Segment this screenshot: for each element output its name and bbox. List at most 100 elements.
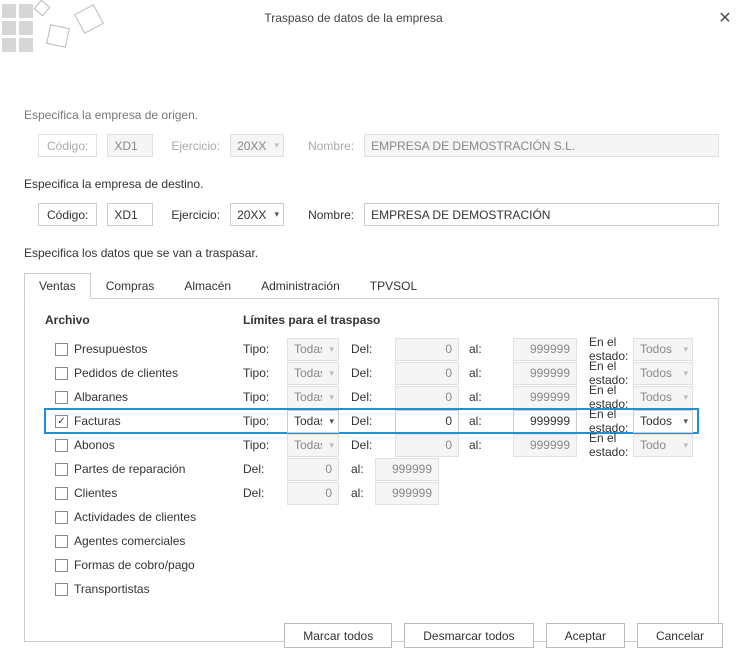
mark-all-button[interactable]: Marcar todos bbox=[284, 623, 392, 648]
del-input[interactable] bbox=[395, 410, 459, 433]
al-input bbox=[513, 362, 577, 385]
origin-ejercicio-select bbox=[230, 134, 284, 157]
origin-codigo-input bbox=[107, 134, 153, 157]
dest-codigo-label[interactable]: Código: bbox=[38, 203, 97, 226]
estado-label: En el estado: bbox=[589, 431, 633, 459]
item-row: ✓ Facturas Tipo: ▾ Del: al: En el estado… bbox=[45, 409, 698, 433]
del-label: Del: bbox=[351, 366, 395, 380]
item-checkbox[interactable]: ✓ bbox=[55, 415, 68, 428]
origin-row: Código: Ejercicio: ▾ Nombre: bbox=[24, 134, 719, 157]
tipo-select bbox=[287, 434, 339, 457]
estado-select bbox=[633, 386, 693, 409]
tab-ventas[interactable]: Ventas bbox=[24, 273, 91, 299]
item-checkbox[interactable] bbox=[55, 367, 68, 380]
al-input[interactable] bbox=[513, 410, 577, 433]
tab-tpvsol[interactable]: TPVSOL bbox=[355, 273, 432, 299]
estado-select bbox=[633, 362, 693, 385]
del-input bbox=[395, 338, 459, 361]
al-input bbox=[375, 482, 439, 505]
dest-ejercicio-label: Ejercicio: bbox=[171, 208, 220, 222]
al-input bbox=[375, 458, 439, 481]
al-label: al: bbox=[469, 390, 513, 404]
del-input bbox=[287, 458, 339, 481]
accept-button[interactable]: Aceptar bbox=[546, 623, 625, 648]
header-archive: Archivo bbox=[45, 313, 243, 327]
tab-administracion[interactable]: Administración bbox=[246, 273, 355, 299]
origin-nombre-label: Nombre: bbox=[308, 139, 354, 153]
estado-select bbox=[633, 338, 693, 361]
al-label: al: bbox=[469, 342, 513, 356]
item-label: Formas de cobro/pago bbox=[74, 558, 195, 572]
item-label: Actividades de clientes bbox=[74, 510, 196, 524]
item-checkbox[interactable] bbox=[55, 535, 68, 548]
item-checkbox[interactable] bbox=[55, 511, 68, 524]
item-row: Partes de reparación Del: al: bbox=[45, 457, 698, 481]
item-checkbox[interactable] bbox=[55, 487, 68, 500]
item-row: Pedidos de clientes Tipo: ▾ Del: al: En … bbox=[45, 361, 698, 385]
tipo-label: Tipo: bbox=[243, 342, 287, 356]
item-label: Albaranes bbox=[74, 390, 128, 404]
tipo-select bbox=[287, 338, 339, 361]
dest-ejercicio-select[interactable] bbox=[230, 203, 284, 226]
tipo-select bbox=[287, 362, 339, 385]
tab-almacen[interactable]: Almacén bbox=[169, 273, 246, 299]
al-label: al: bbox=[469, 414, 513, 428]
origin-codigo-label: Código: bbox=[38, 134, 97, 157]
item-checkbox[interactable] bbox=[55, 583, 68, 596]
item-label: Pedidos de clientes bbox=[74, 366, 178, 380]
al-label: al: bbox=[469, 366, 513, 380]
dest-nombre-label: Nombre: bbox=[308, 208, 354, 222]
del-label: Del: bbox=[351, 342, 395, 356]
data-section-label: Especifica los datos que se van a traspa… bbox=[24, 246, 719, 260]
tipo-select[interactable] bbox=[287, 410, 339, 433]
al-label: al: bbox=[469, 438, 513, 452]
tipo-label: Tipo: bbox=[243, 438, 287, 452]
item-checkbox[interactable] bbox=[55, 343, 68, 356]
del-input bbox=[395, 434, 459, 457]
del-label: Del: bbox=[351, 438, 395, 452]
item-label: Clientes bbox=[74, 486, 117, 500]
al-label: al: bbox=[351, 462, 375, 476]
del-label: Del: bbox=[243, 462, 287, 476]
close-button[interactable]: ✕ bbox=[707, 0, 743, 36]
titlebar: Traspaso de datos de la empresa ✕ bbox=[0, 0, 743, 36]
al-input bbox=[513, 386, 577, 409]
item-label: Transportistas bbox=[74, 582, 150, 596]
item-checkbox[interactable] bbox=[55, 439, 68, 452]
item-label: Partes de reparación bbox=[74, 462, 185, 476]
del-input bbox=[395, 362, 459, 385]
tabs: Ventas Compras Almacén Administración TP… bbox=[24, 272, 719, 299]
origin-ejercicio-label: Ejercicio: bbox=[171, 139, 220, 153]
del-label: Del: bbox=[351, 414, 395, 428]
item-label: Presupuestos bbox=[74, 342, 147, 356]
unmark-all-button[interactable]: Desmarcar todos bbox=[404, 623, 533, 648]
al-label: al: bbox=[351, 486, 375, 500]
item-checkbox[interactable] bbox=[55, 559, 68, 572]
app-logo bbox=[0, 0, 110, 60]
cancel-button[interactable]: Cancelar bbox=[637, 623, 723, 648]
origin-nombre-input bbox=[364, 134, 719, 157]
del-label: Del: bbox=[243, 486, 287, 500]
del-input bbox=[287, 482, 339, 505]
del-input bbox=[395, 386, 459, 409]
estado-select[interactable] bbox=[633, 410, 693, 433]
tipo-label: Tipo: bbox=[243, 366, 287, 380]
al-input bbox=[513, 338, 577, 361]
item-checkbox[interactable] bbox=[55, 463, 68, 476]
dest-codigo-input[interactable] bbox=[107, 203, 153, 226]
item-label: Abonos bbox=[74, 438, 115, 452]
tab-content: Archivo Límites para el traspaso Presupu… bbox=[24, 299, 719, 642]
header-limits: Límites para el traspaso bbox=[243, 313, 698, 327]
del-label: Del: bbox=[351, 390, 395, 404]
tipo-label: Tipo: bbox=[243, 414, 287, 428]
dest-section-label: Especifica la empresa de destino. bbox=[24, 177, 719, 191]
item-row: Agentes comerciales bbox=[45, 529, 698, 553]
item-row: Formas de cobro/pago bbox=[45, 553, 698, 577]
item-row: Clientes Del: al: bbox=[45, 481, 698, 505]
item-checkbox[interactable] bbox=[55, 391, 68, 404]
origin-section-label: Especifica la empresa de origen. bbox=[24, 108, 719, 122]
item-row: Presupuestos Tipo: ▾ Del: al: En el esta… bbox=[45, 337, 698, 361]
dest-nombre-input[interactable] bbox=[364, 203, 719, 226]
item-label: Agentes comerciales bbox=[74, 534, 185, 548]
tab-compras[interactable]: Compras bbox=[91, 273, 170, 299]
